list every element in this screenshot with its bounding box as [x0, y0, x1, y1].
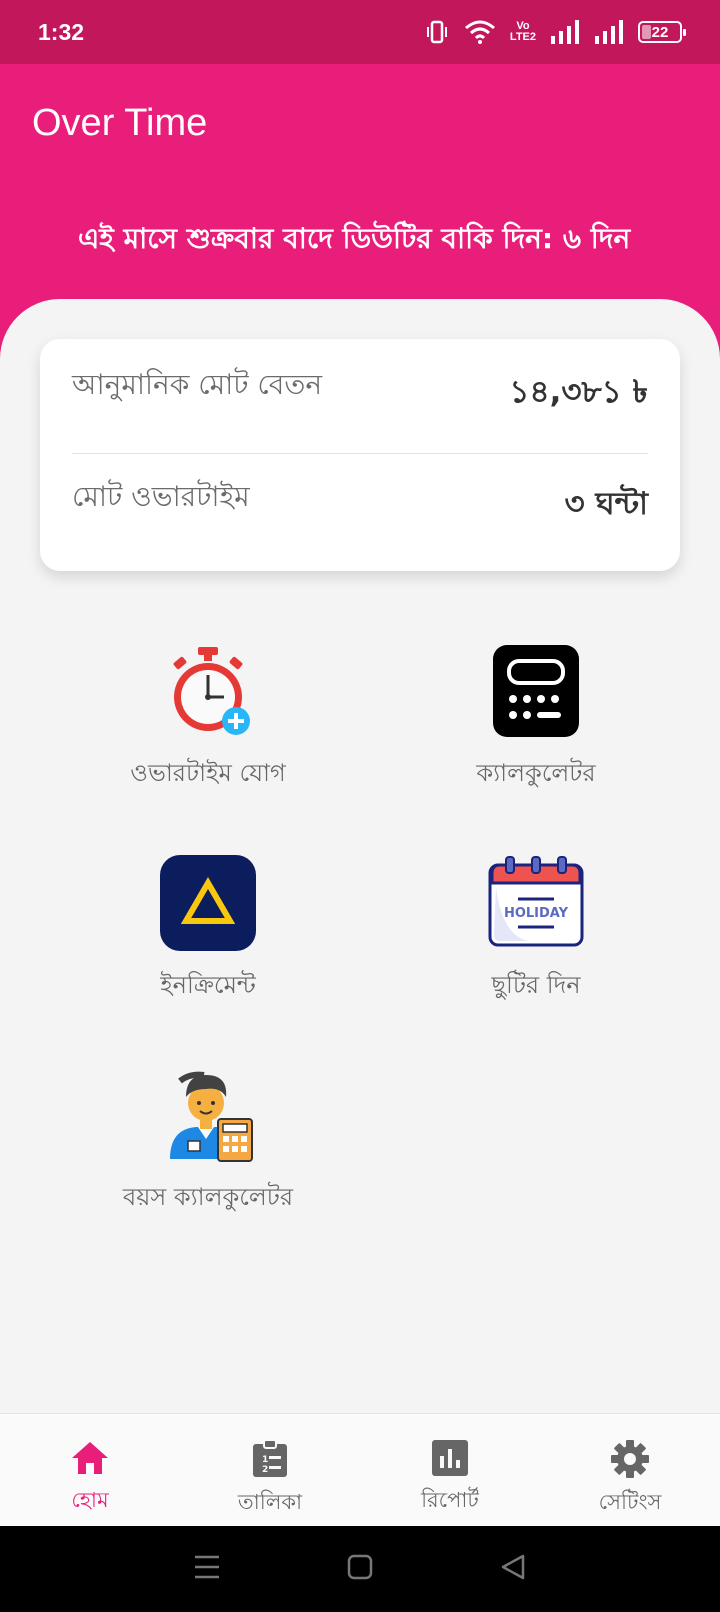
increment-triangle-icon — [160, 855, 256, 951]
tile-holiday[interactable]: HOLIDAY ছুটির দিন — [386, 855, 686, 1007]
clipboard-list-icon: 12 — [252, 1440, 288, 1478]
app-title: Over Time — [32, 102, 208, 144]
signal-icon — [550, 20, 580, 44]
nav-label: হোম — [71, 1488, 109, 1512]
calculator-icon — [488, 643, 584, 739]
bottom-nav: হোম 12 তালিকা রিপোর্ট সেটিংস — [0, 1413, 720, 1526]
bar-chart-icon — [432, 1440, 468, 1476]
svg-text:2: 2 — [262, 1465, 268, 1475]
volte-indicator: Vo LTE2 — [510, 21, 536, 43]
holiday-badge-text: HOLIDAY — [504, 906, 569, 921]
status-time: 1:32 — [38, 18, 85, 45]
nav-list[interactable]: 12 তালিকা — [180, 1414, 360, 1526]
tile-label: ওভারটাইম যোগ — [130, 759, 286, 787]
tile-label: ছুটির দিন — [491, 971, 581, 999]
system-nav-bar — [0, 1526, 720, 1612]
tile-label: ক্যালকুলেটর — [476, 759, 596, 787]
home-icon — [70, 1440, 110, 1476]
battery-fill — [642, 25, 651, 39]
salary-row: আনুমানিক মোট বেতন ১৪,৩৮১ ৳ — [72, 339, 648, 449]
tile-label: ইনক্রিমেন্ট — [160, 971, 256, 999]
svg-text:1: 1 — [262, 1455, 268, 1465]
summary-card: আনুমানিক মোট বেতন ১৪,৩৮১ ৳ মোট ওভারটাইম … — [40, 339, 680, 571]
status-icons: Vo LTE2 22 — [424, 19, 686, 45]
overtime-label: মোট ওভারটাইম — [72, 479, 250, 513]
overtime-row: মোট ওভারটাইম ৩ ঘন্টা — [72, 451, 648, 561]
nav-label: রিপোর্ট — [421, 1488, 479, 1512]
nav-label: সেটিংস — [598, 1490, 662, 1514]
battery-level: 22 — [651, 23, 669, 41]
salary-value: ১৪,৩৮১ ৳ — [509, 374, 648, 410]
tile-increment[interactable]: ইনক্রিমেন্ট — [58, 855, 358, 1007]
menu-icon[interactable] — [193, 1554, 221, 1584]
tile-add-overtime[interactable]: ওভারটাইম যোগ — [58, 643, 358, 795]
wifi-icon — [464, 19, 496, 45]
status-bar: 1:32 Vo LTE2 22 — [0, 0, 720, 64]
signal-icon-2 — [594, 20, 624, 44]
home-square-icon[interactable] — [346, 1553, 374, 1585]
person-calculator-icon — [160, 1067, 256, 1163]
salary-label: আনুমানিক মোট বেতন — [72, 367, 323, 401]
marquee-text: এই মাসে শুক্রবার বাদে ডিউটির বাকি দিন: ৬… — [78, 222, 631, 255]
main-content: আনুমানিক মোট বেতন ১৪,৩৮১ ৳ মোট ওভারটাইম … — [0, 299, 720, 1413]
volte-bottom-text: LTE2 — [509, 31, 536, 43]
overtime-value: ৩ ঘন্টা — [564, 486, 648, 522]
nav-settings[interactable]: সেটিংস — [540, 1414, 720, 1526]
tile-label: বয়স ক্যালকুলেটর — [122, 1183, 294, 1211]
stopwatch-add-icon — [160, 643, 256, 739]
back-icon[interactable] — [499, 1553, 527, 1585]
holiday-calendar-icon: HOLIDAY — [488, 855, 584, 951]
tile-age-calculator[interactable]: বয়স ক্যালকুলেটর — [58, 1067, 358, 1219]
nav-label: তালিকা — [237, 1490, 303, 1514]
nav-home[interactable]: হোম — [0, 1414, 180, 1526]
tile-calculator[interactable]: ক্যালকুলেটর — [386, 643, 686, 795]
gear-icon — [611, 1440, 649, 1478]
vibrate-icon — [424, 19, 450, 45]
nav-report[interactable]: রিপোর্ট — [360, 1414, 540, 1526]
battery-icon: 22 — [638, 21, 686, 43]
marquee-banner: এই মাসে শুক্রবার বাদে ডিউটির বাকি দিন: ৬… — [0, 209, 678, 269]
